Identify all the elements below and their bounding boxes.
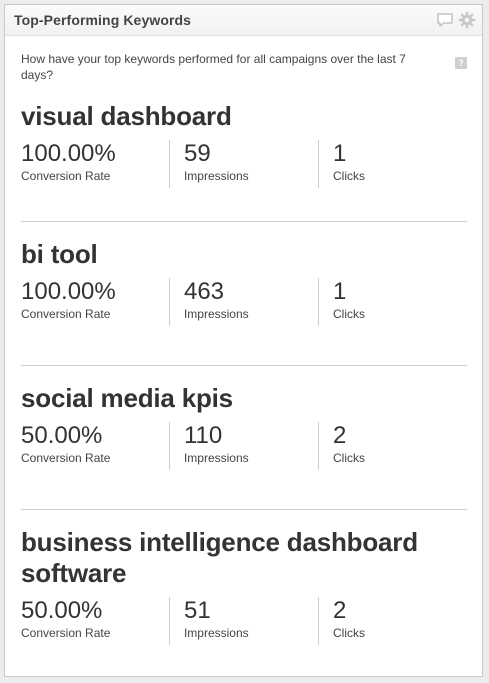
conversion-rate-metric: 50.00% Conversion Rate [21,597,169,645]
metric-label: Conversion Rate [21,169,111,183]
top-keywords-widget: Top-Performing Keywords How have your to… [4,4,483,677]
metric-label: Clicks [332,451,365,465]
metric-value: 100.00% [21,278,116,305]
question-text: How have your top keywords performed for… [21,52,406,82]
metric-value: 51 [183,597,211,624]
metric-label: Impressions [183,626,249,640]
keyword-metrics: 100.00% Conversion Rate 463 Impressions … [21,278,467,326]
impressions-metric: 51 Impressions [168,597,318,645]
impressions-metric: 463 Impressions [168,278,318,326]
metric-value: 110 [183,422,223,449]
metric-label: Clicks [332,307,365,321]
conversion-rate-metric: 100.00% Conversion Rate [21,278,169,326]
keyword-metrics: 100.00% Conversion Rate 59 Impressions 1… [21,140,467,188]
metric-value: 59 [183,140,211,167]
widget-title: Top-Performing Keywords [14,12,192,28]
metric-value: 50.00% [21,597,103,624]
help-icon[interactable]: ? [455,57,467,69]
keyword-name: visual dashboard [21,101,232,131]
keyword-name: bi tool [21,239,98,269]
metric-label: Impressions [183,169,249,183]
keyword-block: social media kpis 50.00% Conversion Rate… [21,366,467,510]
impressions-metric: 59 Impressions [168,140,318,188]
widget-header: Top-Performing Keywords [5,5,482,36]
metric-value: 2 [332,422,347,449]
comment-icon[interactable] [436,11,454,29]
widget-content: How have your top keywords performed for… [21,36,467,676]
clicks-metric: 2 Clicks [317,597,467,645]
keyword-block: visual dashboard 100.00% Conversion Rate… [21,84,467,222]
clicks-metric: 2 Clicks [317,422,467,470]
metric-value: 2 [332,597,347,624]
impressions-metric: 110 Impressions [168,422,318,470]
clicks-metric: 1 Clicks [317,140,467,188]
metric-label: Conversion Rate [21,626,111,640]
metric-label: Clicks [332,169,365,183]
keyword-block: business intelligence dashboard software… [21,510,467,645]
question-row: How have your top keywords performed for… [21,36,467,84]
metric-value: 50.00% [21,422,103,449]
metric-label: Conversion Rate [21,451,111,465]
conversion-rate-metric: 100.00% Conversion Rate [21,140,169,188]
keyword-block: bi tool 100.00% Conversion Rate 463 Impr… [21,222,467,366]
metric-value: 1 [332,140,347,167]
metric-label: Impressions [183,451,249,465]
header-icons [436,11,476,29]
metric-value: 1 [332,278,347,305]
keyword-name: social media kpis [21,383,233,413]
keyword-metrics: 50.00% Conversion Rate 51 Impressions 2 … [21,597,467,645]
keyword-metrics: 50.00% Conversion Rate 110 Impressions 2… [21,422,467,470]
metric-label: Clicks [332,626,365,640]
metric-value: 463 [183,278,225,305]
clicks-metric: 1 Clicks [317,278,467,326]
metric-value: 100.00% [21,140,116,167]
metric-label: Impressions [183,307,249,321]
conversion-rate-metric: 50.00% Conversion Rate [21,422,169,470]
keyword-name: business intelligence dashboard software [21,527,418,588]
gear-icon[interactable] [458,11,476,29]
metric-label: Conversion Rate [21,307,111,321]
